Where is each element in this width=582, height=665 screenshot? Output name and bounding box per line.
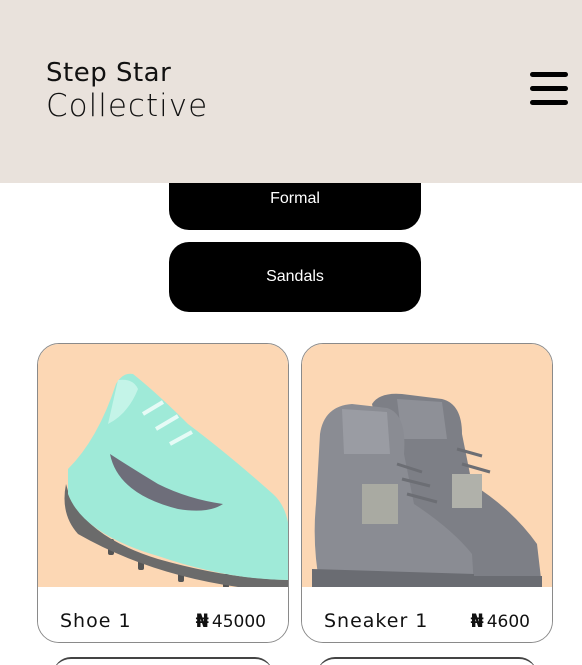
product-card[interactable]: Shoe 1 ₦ 45000 — [37, 343, 289, 643]
category-sandals-button[interactable]: Sandals — [169, 242, 421, 312]
brand-name-line1: Step Star — [46, 58, 172, 88]
product-card[interactable]: Sneaker 1 ₦ 4600 — [301, 343, 553, 643]
product-price: ₦ 45000 — [196, 610, 266, 632]
product-name: Shoe 1 — [60, 610, 132, 632]
product-card-peek — [317, 657, 537, 665]
naira-symbol: ₦ — [470, 610, 484, 632]
product-image-shoe[interactable] — [38, 344, 288, 588]
hamburger-menu-icon[interactable] — [530, 72, 570, 106]
naira-symbol: ₦ — [195, 610, 209, 632]
product-card-peek — [53, 657, 273, 665]
brand-logo[interactable]: Step Star Collective — [46, 58, 208, 124]
site-header: Step Star Collective — [0, 0, 582, 183]
price-value: 4600 — [486, 612, 530, 632]
brand-name-line2: Collective — [46, 88, 209, 124]
product-image-sneaker[interactable] — [302, 344, 552, 587]
price-value: 45000 — [211, 612, 266, 632]
product-price: ₦ 4600 — [471, 610, 531, 632]
product-name: Sneaker 1 — [324, 610, 429, 632]
